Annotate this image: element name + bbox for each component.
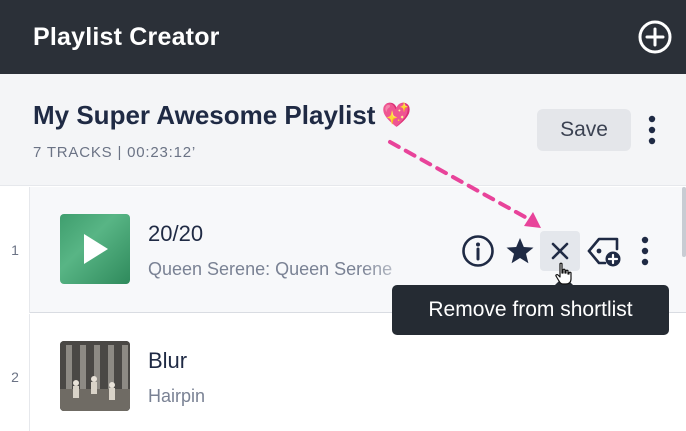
close-icon xyxy=(551,242,569,260)
playlist-title-text: My Super Awesome Playlist xyxy=(33,100,376,130)
hand-pointer-cursor-icon xyxy=(555,262,572,285)
sparkling-heart-emoji: 💖 xyxy=(381,101,412,129)
row-index: 1 xyxy=(11,242,19,258)
playlist-header: My Super Awesome Playlist 💖 7 TRACKS | 0… xyxy=(0,74,686,186)
vertical-dots-icon xyxy=(641,236,649,266)
info-button[interactable] xyxy=(458,231,498,271)
playlist-meta: 7 TRACKS | 00:23:12’ xyxy=(33,144,197,161)
save-button[interactable]: Save xyxy=(537,109,631,151)
album-photo-icon xyxy=(60,341,130,411)
vertical-dots-icon xyxy=(648,115,656,145)
row-index-column: 1 xyxy=(0,187,30,313)
track-title: Blur xyxy=(148,348,188,373)
row-index-column: 2 xyxy=(0,314,30,431)
row-index: 2 xyxy=(11,369,19,385)
track-artist: Queen Serene: Queen Serene xyxy=(148,259,393,279)
tag-add-icon xyxy=(587,237,621,267)
playlist-more-button[interactable] xyxy=(640,112,664,148)
star-icon xyxy=(506,238,534,264)
track-title: 20/20 xyxy=(148,221,204,246)
plus-circle-icon xyxy=(638,20,672,54)
tooltip: Remove from shortlist xyxy=(392,285,669,335)
app-title: Playlist Creator xyxy=(33,22,220,51)
scrollbar-thumb[interactable] xyxy=(682,187,686,257)
favorite-button[interactable] xyxy=(500,231,540,271)
app-header: Playlist Creator xyxy=(0,0,686,74)
play-icon xyxy=(84,234,108,264)
track-artwork[interactable] xyxy=(60,214,130,284)
add-playlist-button[interactable] xyxy=(636,18,674,56)
playlist-title[interactable]: My Super Awesome Playlist 💖 xyxy=(33,100,411,131)
track-artwork[interactable] xyxy=(60,341,130,411)
add-tag-button[interactable] xyxy=(584,231,624,271)
info-icon xyxy=(462,235,494,267)
track-more-button[interactable] xyxy=(630,231,660,271)
track-artist: Hairpin xyxy=(148,386,206,406)
